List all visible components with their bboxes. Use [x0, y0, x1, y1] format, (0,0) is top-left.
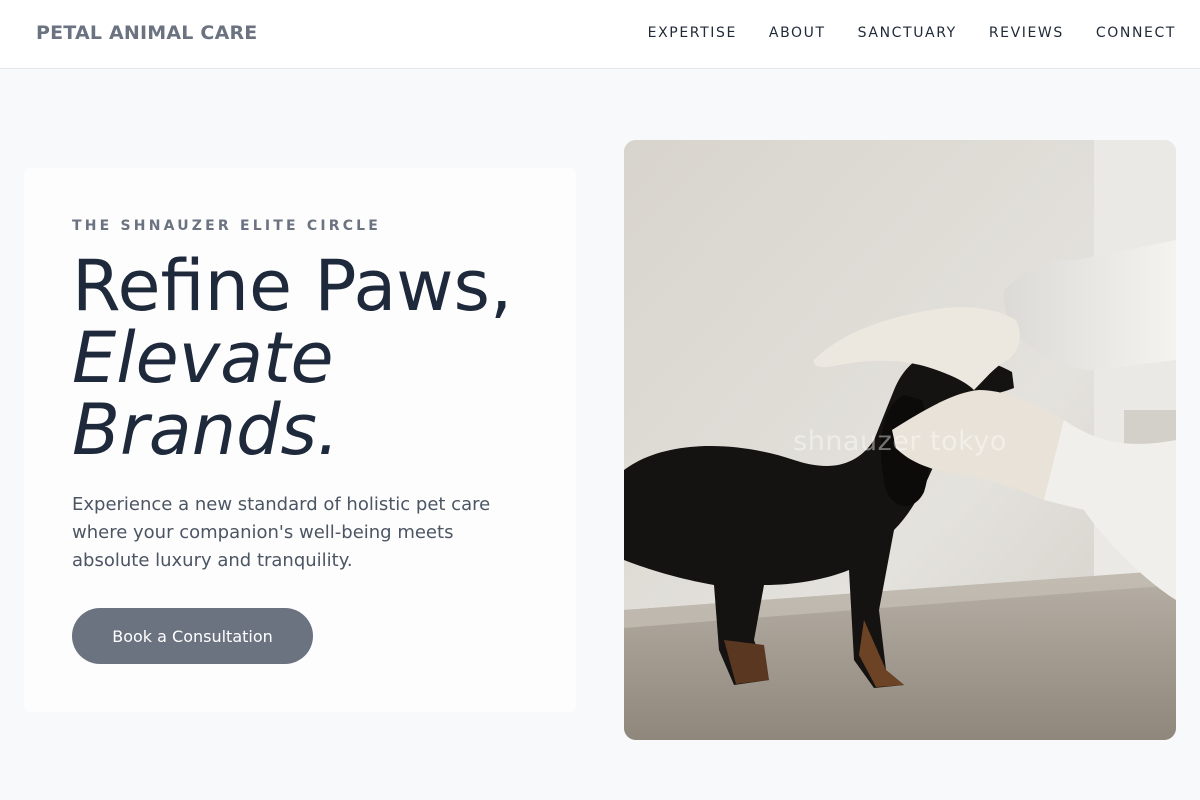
nav-link-sanctuary[interactable]: SANCTUARY: [858, 24, 957, 42]
hero-kicker: THE SHNAUZER ELITE CIRCLE: [72, 218, 382, 234]
main-nav: EXPERTISE ABOUT SANCTUARY REVIEWS CONNEC…: [648, 24, 1176, 42]
nav-link-about[interactable]: ABOUT: [769, 24, 826, 42]
nav-link-connect[interactable]: CONNECT: [1096, 24, 1176, 42]
site-header: PETAL ANIMAL CARE EXPERTISE ABOUT SANCTU…: [0, 0, 1200, 69]
book-consultation-button[interactable]: Book a Consultation: [72, 608, 313, 664]
hero-headline: Refine Paws, Elevate Brands.: [72, 250, 512, 466]
hero-photo: shnauzer tokyo: [624, 140, 1176, 740]
brand-logo[interactable]: PETAL ANIMAL CARE: [36, 22, 257, 44]
headline-line-2: Elevate: [72, 317, 334, 399]
hero-card: THE SHNAUZER ELITE CIRCLE Refine Paws, E…: [24, 168, 576, 712]
hero-description: Experience a new standard of holistic pe…: [72, 494, 491, 571]
headline-line-1: Refine Paws,: [72, 245, 513, 327]
nav-link-reviews[interactable]: REVIEWS: [989, 24, 1064, 42]
nav-link-expertise[interactable]: EXPERTISE: [648, 24, 737, 42]
photo-watermark: shnauzer tokyo: [793, 426, 1007, 457]
headline-line-3: Brands.: [72, 389, 340, 471]
